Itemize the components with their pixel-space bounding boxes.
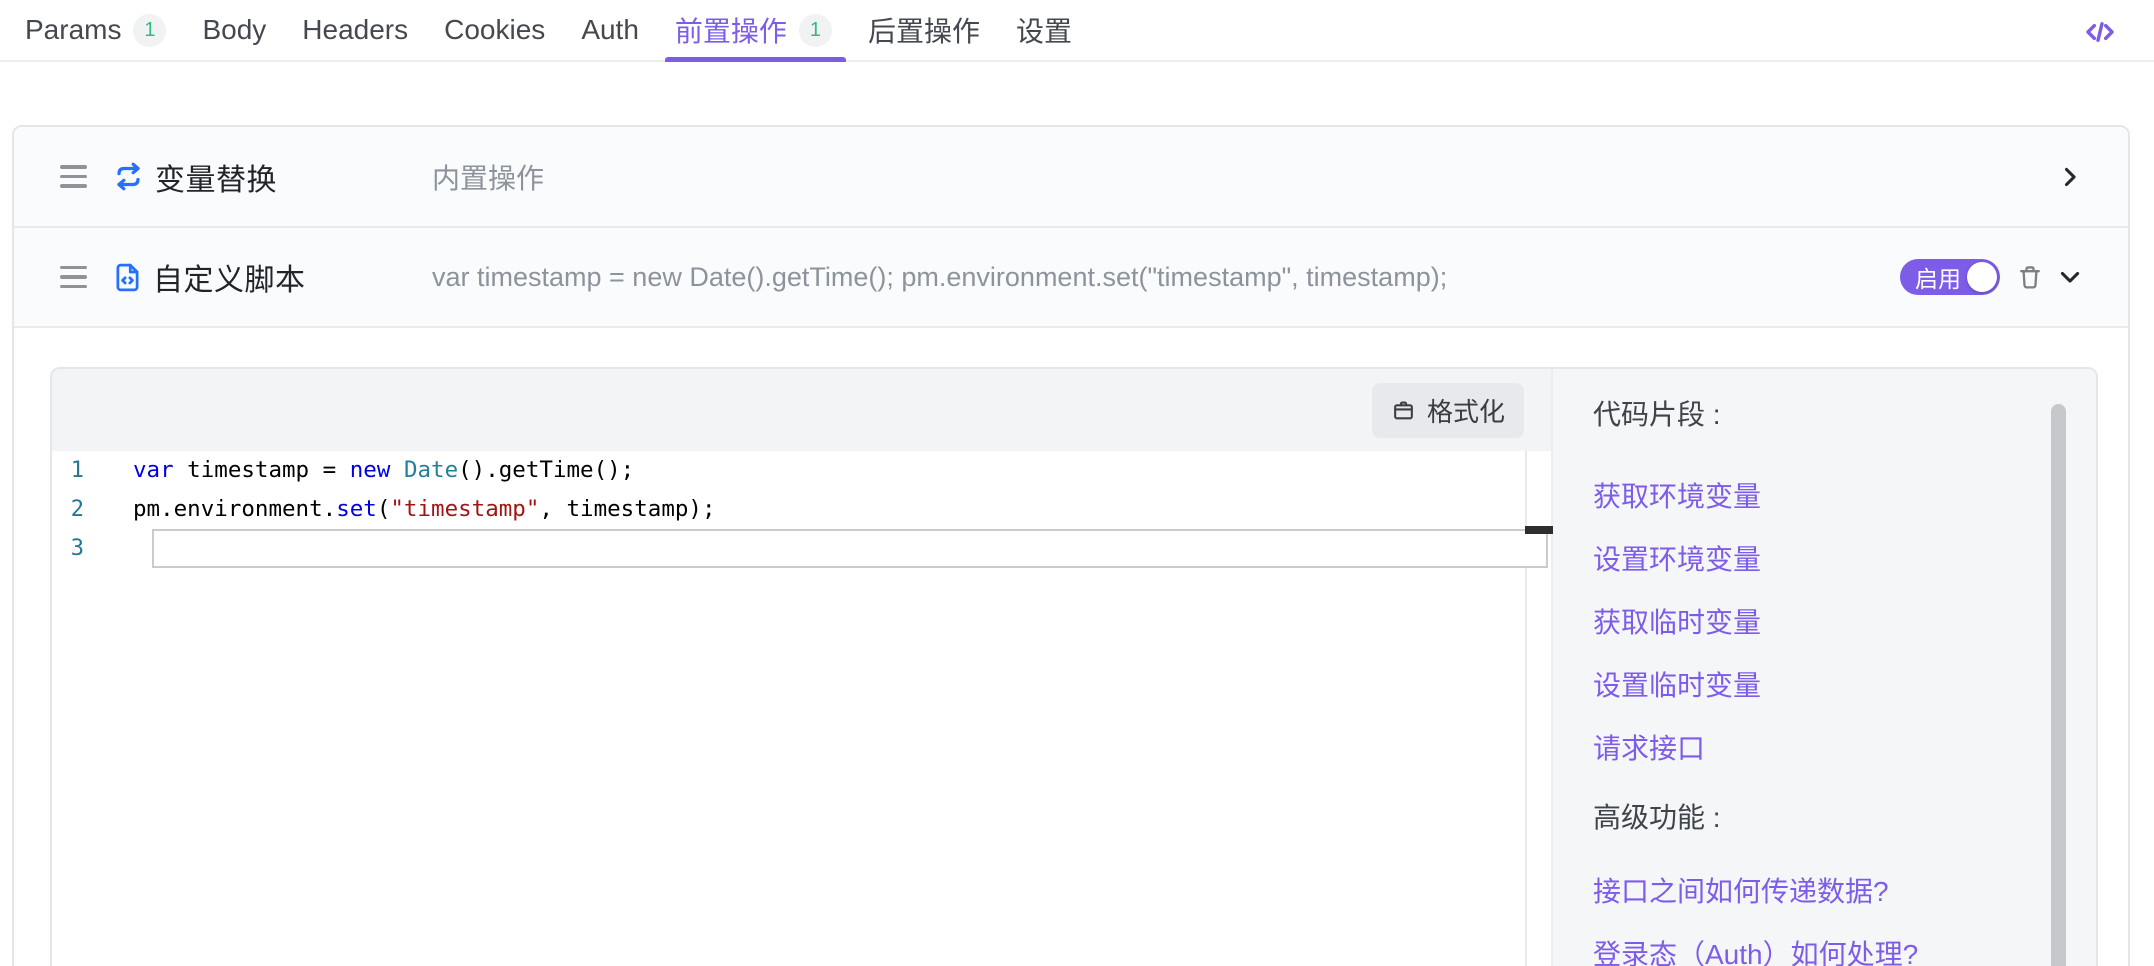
sidebar-scrollbar[interactable] (2051, 404, 2066, 966)
tab-label: Auth (581, 14, 639, 46)
code-line[interactable]: 2 pm.environment.set("timestamp", timest… (52, 490, 1551, 529)
operation-subtitle: 内置操作 (432, 157, 544, 197)
trash-icon[interactable] (2016, 263, 2044, 291)
toggle-knob (1967, 262, 1997, 292)
chevron-down-icon[interactable] (2056, 263, 2084, 291)
format-button-label: 格式化 (1427, 392, 1505, 429)
tab-label: 前置操作 (675, 10, 787, 50)
code-line[interactable]: 1 var timestamp = new Date().getTime(); (52, 451, 1551, 490)
drag-handle-icon[interactable] (60, 266, 87, 289)
code-editor-pane: 格式化 1 var timestamp = new Date().getTime… (52, 369, 1551, 966)
tab-cookies[interactable]: Cookies (444, 0, 545, 60)
params-count-badge: 1 (133, 14, 166, 47)
code-area[interactable]: 1 var timestamp = new Date().getTime(); … (52, 451, 1551, 966)
pre-request-count-badge: 1 (799, 14, 832, 47)
code-content (112, 529, 133, 568)
advanced-link-list: 接口之间如何传递数据? 登录态（Auth）如何处理? (1593, 860, 2096, 966)
script-preview-text: var timestamp = new Date().getTime(); pm… (432, 262, 1882, 293)
snippet-link-get-env-variable[interactable]: 获取环境变量 (1593, 465, 2096, 528)
tab-auth[interactable]: Auth (581, 0, 639, 60)
tab-post-request[interactable]: 后置操作 (868, 0, 980, 60)
drag-handle-icon[interactable] (60, 165, 87, 188)
tab-settings[interactable]: 设置 (1016, 0, 1072, 60)
advanced-link-pass-data[interactable]: 接口之间如何传递数据? (1593, 860, 2096, 923)
pre-operations-panel: 变量替换 内置操作 自定义脚本 var timestamp = new Date… (12, 125, 2130, 966)
format-icon (1391, 398, 1416, 423)
operation-title: 变量替换 (155, 155, 277, 199)
script-editor: 格式化 1 var timestamp = new Date().getTime… (50, 367, 2098, 966)
snippet-link-set-env-variable[interactable]: 设置环境变量 (1593, 528, 2096, 591)
overview-cursor-marker (1525, 526, 1553, 534)
tab-label: Params (25, 14, 121, 46)
tab-label: 设置 (1016, 10, 1072, 50)
snippets-heading: 代码片段 : (1593, 395, 2096, 435)
tab-headers[interactable]: Headers (302, 0, 408, 60)
tab-label: 后置操作 (868, 10, 980, 50)
operation-title: 自定义脚本 (153, 255, 306, 299)
tab-label: Body (202, 14, 266, 46)
chevron-right-icon[interactable] (2056, 163, 2084, 191)
operation-row-custom-script[interactable]: 自定义脚本 var timestamp = new Date().getTime… (14, 228, 2128, 328)
line-number: 1 (52, 451, 112, 490)
tab-label: Headers (302, 14, 408, 46)
toggle-label: 启用 (1915, 260, 1961, 294)
snippet-link-set-temp-variable[interactable]: 设置临时变量 (1593, 654, 2096, 717)
snippet-link-get-temp-variable[interactable]: 获取临时变量 (1593, 591, 2096, 654)
tab-pre-request[interactable]: 前置操作 1 (675, 0, 832, 60)
code-line[interactable]: 3 (52, 529, 1551, 568)
editor-toolbar: 格式化 (52, 369, 1551, 451)
tab-body[interactable]: Body (202, 0, 266, 60)
code-content: pm.environment.set("timestamp", timestam… (112, 490, 716, 529)
code-snippets-sidebar: 代码片段 : 获取环境变量 设置环境变量 获取临时变量 设置临时变量 请求接口 … (1551, 369, 2096, 966)
line-number: 3 (52, 529, 112, 568)
snippet-link-send-request[interactable]: 请求接口 (1593, 717, 2096, 780)
script-file-icon (111, 261, 144, 294)
tab-params[interactable]: Params 1 (25, 0, 166, 60)
snippet-link-list: 获取环境变量 设置环境变量 获取临时变量 设置临时变量 请求接口 (1593, 465, 2096, 780)
swap-cycle-icon (111, 159, 146, 194)
line-number: 2 (52, 490, 112, 529)
operation-row-variable-replace[interactable]: 变量替换 内置操作 (14, 127, 2128, 228)
code-view-icon[interactable] (2082, 14, 2118, 50)
format-button[interactable]: 格式化 (1372, 383, 1524, 438)
enable-toggle[interactable]: 启用 (1900, 259, 2000, 295)
advanced-link-auth-handling[interactable]: 登录态（Auth）如何处理? (1593, 923, 2096, 966)
tab-label: Cookies (444, 14, 545, 46)
code-content: var timestamp = new Date().getTime(); (112, 451, 634, 490)
advanced-heading: 高级功能 : (1593, 798, 2096, 838)
request-tab-bar: Params 1 Body Headers Cookies Auth 前置操作 … (0, 0, 2154, 62)
